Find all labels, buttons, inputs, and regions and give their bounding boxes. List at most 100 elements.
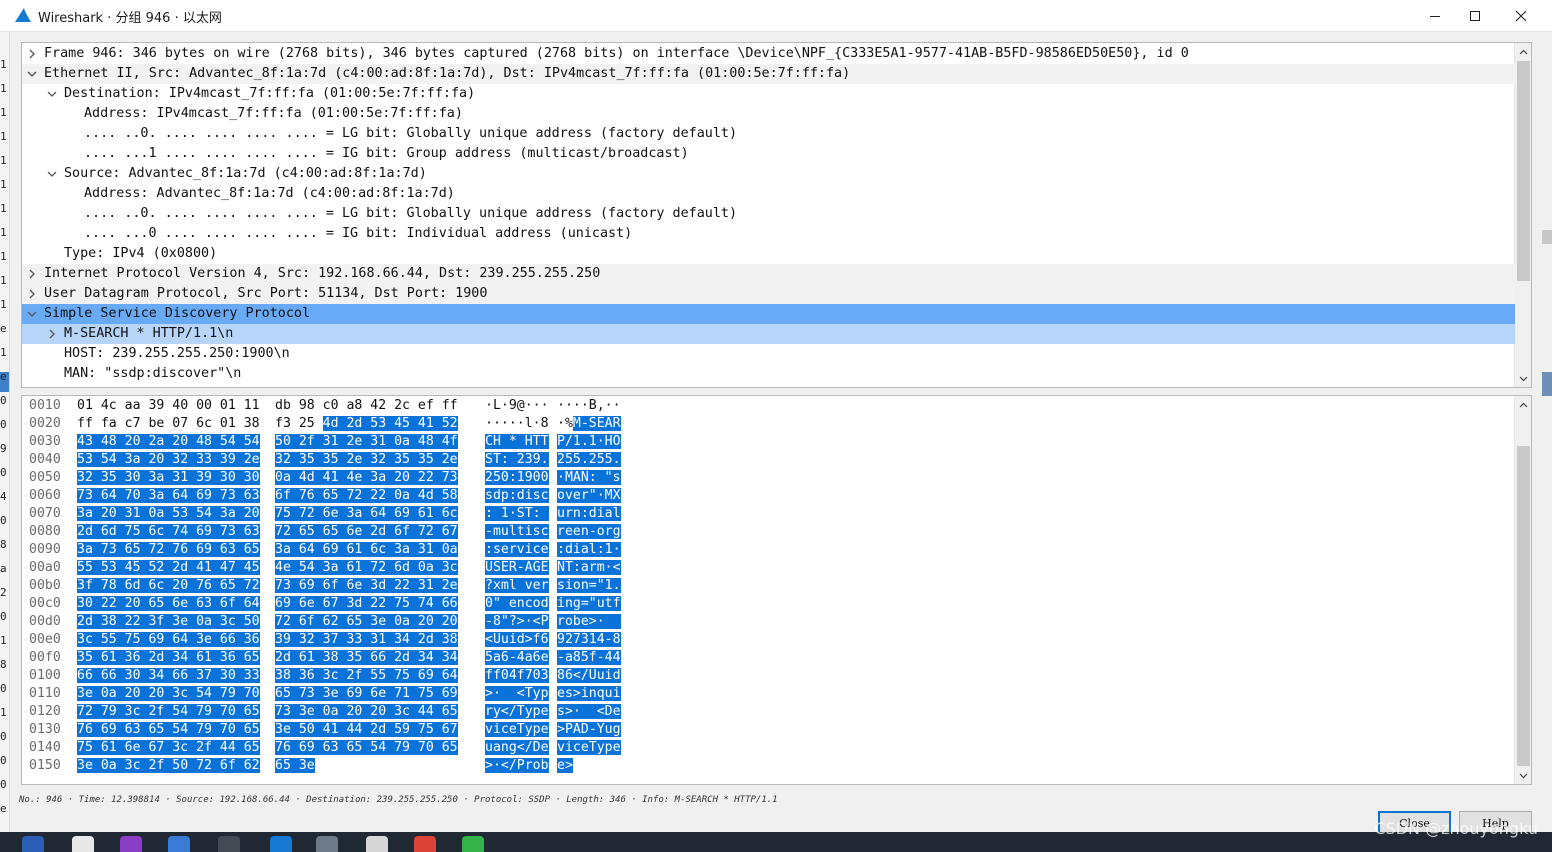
hex-row[interactable]: 00f0 35 61 36 2d 34 61 36 65 2d 61 38 35 6… [22, 649, 1512, 667]
expanded-chevron-icon[interactable] [26, 68, 38, 80]
hex-row[interactable]: 0110 3e 0a 20 20 3c 54 79 70 65 73 3e 69 6… [22, 685, 1512, 703]
tree-row[interactable]: .... ..0. .... .... .... .... = LG bit: … [22, 124, 1515, 144]
tree-row[interactable]: .... ...1 .... .... .... .... = IG bit: … [22, 144, 1515, 164]
ascii-text: ·MAN: "s [557, 470, 621, 485]
background-list-char: 1 [0, 106, 7, 119]
tree-row[interactable]: Address: IPv4mcast_7f:ff:fa (01:00:5e:7f… [22, 104, 1515, 124]
visual-studio-icon[interactable] [120, 836, 142, 852]
hex-scrollbar[interactable] [1514, 396, 1531, 784]
hex-row[interactable]: 0100 66 66 30 34 66 37 30 33 38 36 3c 2f 5… [22, 667, 1512, 685]
hex-row[interactable]: 00d0 2d 38 22 3f 3e 0a 3c 50 72 6f 62 65 3… [22, 613, 1512, 631]
wechat-icon[interactable] [462, 836, 484, 852]
ascii-text: 5a6-4a6e [485, 650, 549, 665]
tree-row[interactable]: Source: Advantec_8f:1a:7d (c4:00:ad:8f:1… [22, 164, 1515, 184]
hex-bytes: 73 64 70 3a 64 69 73 63 [77, 488, 260, 503]
hex-offset: 0120 [29, 704, 61, 719]
hex-bytes: 6f 76 65 72 22 0a 4d 58 [275, 488, 458, 503]
background-list-char: 0 [0, 730, 7, 743]
ascii-text: 86</Uuid [557, 668, 621, 683]
ascii-text: ·L·9@··· [485, 398, 549, 413]
tree-row[interactable]: Destination: IPv4mcast_7f:ff:fa (01:00:5… [22, 84, 1515, 104]
packet-details-tree[interactable]: Frame 946: 346 bytes on wire (2768 bits)… [21, 42, 1532, 388]
expanded-chevron-icon[interactable] [26, 308, 38, 320]
background-list-char: e [0, 322, 7, 335]
tree-row[interactable]: M-SEARCH * HTTP/1.1\n [22, 324, 1515, 344]
tree-row[interactable]: User Datagram Protocol, Src Port: 51134,… [22, 284, 1515, 304]
scroll-down-icon[interactable] [1518, 770, 1529, 781]
hex-row[interactable]: 00c0 30 22 20 65 6e 63 6f 64 69 6e 67 3d 2… [22, 595, 1512, 613]
tree-row[interactable]: Simple Service Discovery Protocol [22, 304, 1515, 324]
hex-bytes: 73 69 6f 6e 3d 22 31 2e [275, 578, 458, 593]
scroll-up-icon[interactable] [1518, 400, 1529, 411]
hex-row[interactable]: 0070 3a 20 31 0a 53 54 3a 20 75 72 6e 3a 6… [22, 505, 1512, 523]
tree-scrollbar[interactable] [1514, 43, 1531, 387]
hex-bytes: 73 3e 0a 20 20 3c 44 65 [275, 704, 458, 719]
hex-bytes: 32 35 35 2e 32 35 35 2e [275, 452, 458, 467]
hex-row[interactable]: 0140 75 61 6e 67 3c 2f 44 65 76 69 63 65 5… [22, 739, 1512, 757]
hex-scroll-thumb[interactable] [1517, 446, 1530, 766]
ascii-text: >PAD-Yug [557, 722, 621, 737]
watermark: CSDN @zhouyongku [1374, 819, 1538, 838]
collapsed-chevron-icon[interactable] [46, 328, 58, 340]
hex-row[interactable]: 00e0 3c 55 75 69 64 3e 66 36 39 32 37 33 3… [22, 631, 1512, 649]
notepad-icon[interactable] [366, 836, 388, 852]
ascii-text: s>· <De [557, 704, 621, 719]
tree-row[interactable]: Frame 946: 346 bytes on wire (2768 bits)… [22, 44, 1515, 64]
hex-row[interactable]: 0150 3e 0a 3c 2f 50 72 6f 62 65 3e >·</Prob… [22, 757, 1512, 775]
terminal-icon[interactable] [218, 836, 240, 852]
tree-row[interactable]: .... ...0 .... .... .... .... = IG bit: … [22, 224, 1515, 244]
collapsed-chevron-icon[interactable] [26, 268, 38, 280]
hex-row[interactable]: 0050 32 35 30 3a 31 39 30 30 0a 4d 41 4e 3… [22, 469, 1512, 487]
tree-row-label: Address: Advantec_8f:1a:7d (c4:00:ad:8f:… [84, 186, 455, 201]
hex-row[interactable]: 0080 2d 6d 75 6c 74 69 73 63 72 65 65 6e 2… [22, 523, 1512, 541]
hex-offset: 0080 [29, 524, 61, 539]
tree-row-label: .... ...1 .... .... .... .... = IG bit: … [84, 146, 689, 161]
hex-row[interactable]: 0040 53 54 3a 20 32 33 39 2e 32 35 35 2e 3… [22, 451, 1512, 469]
maximize-button[interactable] [1452, 0, 1498, 32]
hex-offset: 0130 [29, 722, 61, 737]
expanded-chevron-icon[interactable] [46, 168, 58, 180]
hex-row[interactable]: 0090 3a 73 65 72 76 69 63 65 3a 64 69 61 6… [22, 541, 1512, 559]
tree-scroll-thumb[interactable] [1517, 61, 1530, 281]
ascii-text: ?xml ver [485, 578, 549, 593]
tree-row-label: Ethernet II, Src: Advantec_8f:1a:7d (c4:… [44, 66, 851, 81]
chrome-icon[interactable] [414, 836, 436, 852]
collapsed-chevron-icon[interactable] [26, 48, 38, 60]
expanded-chevron-icon[interactable] [46, 88, 58, 100]
hex-row[interactable]: 0030 43 48 20 2a 20 48 54 54 50 2f 31 2e 3… [22, 433, 1512, 451]
ascii-text: NT:arm·< [557, 560, 621, 575]
tree-row[interactable]: .... ..0. .... .... .... .... = LG bit: … [22, 204, 1515, 224]
image-viewer-icon[interactable] [316, 836, 338, 852]
tree-row[interactable]: HOST: 239.255.255.250:1900\n [22, 344, 1515, 364]
tree-row-label: MAN: "ssdp:discover"\n [64, 366, 242, 381]
word-icon[interactable] [22, 836, 44, 852]
ascii-text: 250:1900 [485, 470, 549, 485]
hex-row[interactable]: 00b0 3f 78 6d 6c 20 76 65 72 73 69 6f 6e 3… [22, 577, 1512, 595]
scroll-up-icon[interactable] [1518, 47, 1529, 58]
wireshark-icon[interactable] [270, 836, 292, 852]
tree-row[interactable]: Type: IPv4 (0x0800) [22, 244, 1515, 264]
hex-row[interactable]: 0060 73 64 70 3a 64 69 73 63 6f 76 65 72 2… [22, 487, 1512, 505]
close-window-button[interactable] [1498, 0, 1544, 32]
hex-row[interactable]: 0120 72 79 3c 2f 54 79 70 65 73 3e 0a 20 2… [22, 703, 1512, 721]
packet-bytes-pane[interactable]: 0010 01 4c aa 39 40 00 01 11 db 98 c0 a8 4… [21, 395, 1532, 785]
browser-icon[interactable] [168, 836, 190, 852]
ascii-text: -multisc [485, 524, 549, 539]
tree-row[interactable]: Address: Advantec_8f:1a:7d (c4:00:ad:8f:… [22, 184, 1515, 204]
hex-row[interactable]: 00a0 55 53 45 52 2d 41 47 45 4e 54 3a 61 7… [22, 559, 1512, 577]
hex-bytes: 3f 78 6d 6c 20 76 65 72 [77, 578, 260, 593]
background-list-char: 4 [0, 490, 7, 503]
tree-row[interactable]: Internet Protocol Version 4, Src: 192.16… [22, 264, 1515, 284]
tree-row[interactable]: Ethernet II, Src: Advantec_8f:1a:7d (c4:… [22, 64, 1515, 84]
hex-row[interactable]: 0010 01 4c aa 39 40 00 01 11 db 98 c0 a8 4… [22, 397, 1512, 415]
hex-row[interactable]: 0020 ff fa c7 be 07 6c 01 38 f3 25 4d 2d 5… [22, 415, 1512, 433]
tree-row[interactable]: MAN: "ssdp:discover"\n [22, 364, 1515, 384]
ascii-text: :service [485, 542, 549, 557]
maximize-icon [1470, 11, 1480, 21]
chrome-icon[interactable] [72, 836, 94, 852]
scroll-down-icon[interactable] [1518, 373, 1529, 384]
background-list-char: 8 [0, 538, 7, 551]
hex-row[interactable]: 0130 76 69 63 65 54 79 70 65 3e 50 41 44 2… [22, 721, 1512, 739]
collapsed-chevron-icon[interactable] [26, 288, 38, 300]
hex-bytes: 3e 50 41 44 2d 59 75 67 [275, 722, 458, 737]
